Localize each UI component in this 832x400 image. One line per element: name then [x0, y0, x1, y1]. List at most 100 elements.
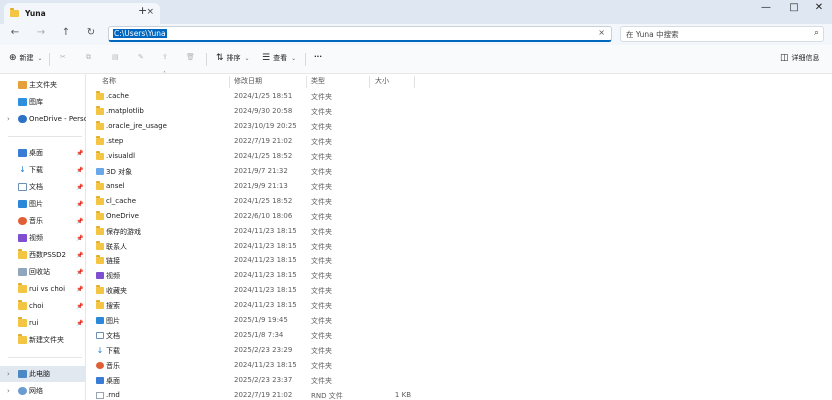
- file-row[interactable]: 桌面 2025/2/23 23:37 文件夹: [87, 373, 832, 388]
- file-row[interactable]: ansel 2021/9/9 21:13 文件夹: [87, 179, 832, 194]
- file-row[interactable]: 联系人 2024/11/23 18:15 文件夹: [87, 239, 832, 254]
- column-header-date[interactable]: 修改日期: [234, 74, 262, 88]
- sidebar-item-label: 音乐: [29, 217, 43, 225]
- rename-icon[interactable]: ✎: [138, 53, 144, 61]
- sidebar-item[interactable]: › OneDrive - Persona: [0, 111, 86, 127]
- file-name: .oracle_jre_usage: [106, 121, 167, 130]
- tab-close-icon[interactable]: ×: [146, 7, 154, 17]
- refresh-button[interactable]: ↻: [84, 27, 98, 38]
- tab-yuna[interactable]: Yuna ×: [4, 3, 160, 24]
- search-input[interactable]: 在 Yuna 中搜索 ⌕: [620, 26, 824, 42]
- column-header-type[interactable]: 类型: [311, 74, 325, 88]
- column-header-size[interactable]: 大小: [375, 74, 389, 88]
- pin-icon: 📌: [76, 166, 84, 174]
- folder-icon: [18, 317, 27, 327]
- sidebar-item[interactable]: 回收站 📌: [0, 264, 86, 280]
- file-row[interactable]: 音乐 2024/11/23 18:15 文件夹: [87, 358, 832, 373]
- file-row[interactable]: 链接 2024/11/23 18:15 文件夹: [87, 253, 832, 268]
- sidebar-item-label: 文档: [29, 183, 43, 191]
- new-label: 新建: [19, 54, 34, 62]
- sidebar-item[interactable]: › 网络: [0, 383, 86, 399]
- sidebar-item[interactable]: choi 📌: [0, 298, 86, 314]
- sidebar-item[interactable]: 图库: [0, 94, 86, 110]
- close-window-button[interactable]: ✕: [812, 2, 826, 13]
- address-path[interactable]: C:\Users\Yuna: [113, 29, 167, 38]
- sort-icon: ⇅: [216, 53, 224, 63]
- file-row[interactable]: OneDrive 2022/6/10 18:06 文件夹: [87, 209, 832, 224]
- up-button[interactable]: ↑: [59, 27, 73, 38]
- file-type: 文件夹: [311, 212, 332, 221]
- pin-icon: 📌: [76, 234, 84, 242]
- sort-button[interactable]: ⇅ 排序 ⌄: [216, 53, 250, 63]
- file-row[interactable]: .rnd 2022/7/19 21:02 RND 文件 1 KB: [87, 388, 832, 400]
- copy-icon[interactable]: ⧉: [86, 53, 91, 62]
- file-row[interactable]: .step 2022/7/19 21:02 文件夹: [87, 134, 832, 149]
- file-row[interactable]: .matplotlib 2024/9/30 20:58 文件夹: [87, 104, 832, 119]
- chevron-right-icon[interactable]: ›: [7, 387, 10, 395]
- file-row[interactable]: 3D 对象 2021/9/7 21:32 文件夹: [87, 164, 832, 179]
- back-button[interactable]: ←: [8, 27, 22, 38]
- file-type: 文件夹: [311, 227, 332, 236]
- file-date: 2023/10/19 20:25: [234, 121, 297, 130]
- chevron-right-icon[interactable]: ›: [7, 115, 10, 123]
- file-date: 2025/1/8 7:34: [234, 331, 284, 340]
- file-name: .cache: [106, 92, 129, 100]
- sidebar-item[interactable]: rui vs choi 📌: [0, 281, 86, 297]
- details-button[interactable]: ◫ 详细信息: [780, 53, 820, 63]
- file-date: 2024/11/23 18:15: [234, 361, 297, 370]
- file-name: 桌面: [106, 377, 120, 386]
- file-row[interactable]: .cache 2024/1/25 18:51 文件夹: [87, 89, 832, 104]
- file-type: 文件夹: [311, 122, 332, 131]
- file-type: 文件夹: [311, 332, 332, 341]
- file-row[interactable]: ↓ 下载 2025/2/23 23:29 文件夹: [87, 343, 832, 358]
- new-button[interactable]: ⊕ 新建 ⌄: [9, 53, 43, 63]
- sidebar-item[interactable]: 视频 📌: [0, 230, 86, 246]
- file-row[interactable]: 视频 2024/11/23 18:15 文件夹: [87, 268, 832, 283]
- view-icon: ☰: [262, 53, 271, 63]
- chevron-right-icon[interactable]: ›: [7, 370, 10, 378]
- file-row[interactable]: cl_cache 2024/1/25 18:52 文件夹: [87, 194, 832, 209]
- sidebar-item[interactable]: 西数PSSD2 📌: [0, 247, 86, 263]
- address-bar[interactable]: C:\Users\Yuna ×: [108, 26, 612, 42]
- pin-icon: 📌: [76, 319, 84, 327]
- file-row[interactable]: 文档 2025/1/8 7:34 文件夹: [87, 328, 832, 343]
- delete-icon[interactable]: 🗑: [186, 53, 195, 61]
- sidebar-item[interactable]: 图片 📌: [0, 196, 86, 212]
- file-type: 文件夹: [311, 242, 332, 251]
- file-row[interactable]: 搜索 2024/11/23 18:15 文件夹: [87, 298, 832, 313]
- file-row[interactable]: .visualdl 2024/1/25 18:52 文件夹: [87, 149, 832, 164]
- clear-address-icon[interactable]: ×: [598, 28, 605, 37]
- column-header-name[interactable]: 名称: [102, 74, 116, 88]
- forward-button[interactable]: →: [34, 27, 48, 38]
- new-tab-button[interactable]: +: [138, 4, 147, 17]
- file-row[interactable]: 图片 2025/1/9 19:45 文件夹: [87, 313, 832, 328]
- sidebar-item[interactable]: 主文件夹: [0, 77, 86, 93]
- details-label: 详细信息: [791, 54, 820, 62]
- column-divider[interactable]: [306, 76, 307, 88]
- column-divider[interactable]: [229, 76, 230, 88]
- file-date: 2024/11/23 18:15: [234, 271, 297, 280]
- sidebar-item[interactable]: 音乐 📌: [0, 213, 86, 229]
- sidebar-item[interactable]: 文档 📌: [0, 179, 86, 195]
- file-size: 1 KB: [394, 391, 411, 399]
- paste-icon[interactable]: ▤: [112, 53, 119, 61]
- minimize-button[interactable]: —: [759, 2, 773, 13]
- sidebar-item[interactable]: 新建文件夹: [0, 332, 86, 348]
- file-row[interactable]: 保存的游戏 2024/11/23 18:15 文件夹: [87, 224, 832, 239]
- column-divider[interactable]: [369, 76, 370, 88]
- folder-icon: [96, 150, 104, 160]
- sidebar-item[interactable]: 桌面 📌: [0, 145, 86, 161]
- gallery-icon: [18, 98, 27, 106]
- cut-icon[interactable]: ✂: [60, 53, 66, 61]
- maximize-button[interactable]: □: [787, 2, 801, 13]
- file-row[interactable]: .oracle_jre_usage 2023/10/19 20:25 文件夹: [87, 119, 832, 134]
- sidebar-item[interactable]: rui 📌: [0, 315, 86, 331]
- view-button[interactable]: ☰ 查看 ⌄: [262, 53, 296, 63]
- file-row[interactable]: 收藏夹 2024/11/23 18:15 文件夹: [87, 283, 832, 298]
- share-icon[interactable]: ⇪: [162, 53, 168, 61]
- sidebar-item[interactable]: › 此电脑: [0, 366, 86, 382]
- column-divider[interactable]: [414, 76, 415, 88]
- more-options-button[interactable]: ···: [314, 53, 322, 61]
- sidebar-item[interactable]: ↓ 下载 📌: [0, 162, 86, 178]
- file-name: 链接: [106, 257, 120, 266]
